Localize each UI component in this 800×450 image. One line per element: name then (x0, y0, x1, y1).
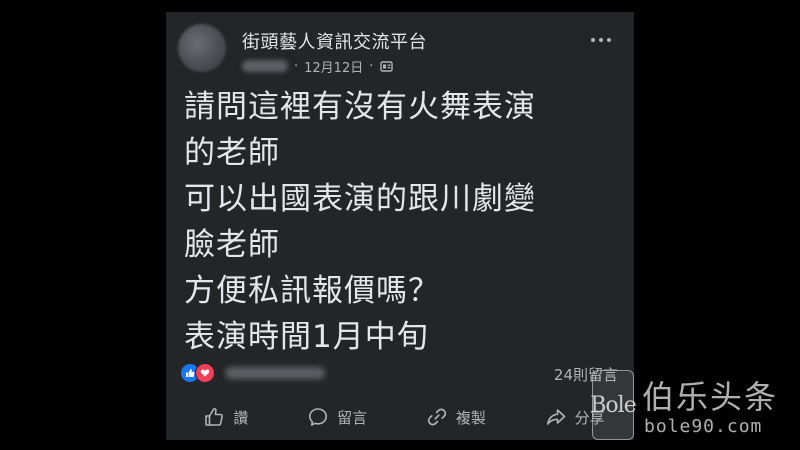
post-meta: · 12月12日 · (242, 56, 393, 76)
screenshot-stage: 街頭藝人資訊交流平台 · 12月12日 · 請問這裡有沒有火舞表演 的老師 可以… (0, 0, 800, 450)
site-watermark: Bole 伯乐头条 bole90.com (590, 370, 800, 450)
post-line: 請問這裡有沒有火舞表演 (184, 89, 536, 125)
post-body-text: 請問這裡有沒有火舞表演 的老師 可以出國表演的跟川劇變 臉老師 方便私訊報價嗎？… (184, 84, 624, 360)
love-reaction-icon (195, 363, 215, 383)
like-button-label: 讚 (233, 408, 249, 427)
group-name[interactable]: 街頭藝人資訊交流平台 (242, 28, 427, 54)
watermark-title: 伯乐头条 (642, 378, 779, 416)
group-audience-icon (379, 59, 393, 73)
meta-separator-2: · (369, 58, 374, 74)
post-line: 表演時間1月中旬 (184, 319, 429, 355)
link-icon (426, 406, 448, 428)
share-arrow-icon (545, 406, 567, 428)
post-line: 的老師 (184, 135, 280, 171)
comment-button[interactable]: 留言 (307, 406, 367, 428)
facebook-post-card: 街頭藝人資訊交流平台 · 12月12日 · 請問這裡有沒有火舞表演 的老師 可以… (166, 12, 634, 440)
more-options-button[interactable] (586, 30, 616, 50)
comment-button-label: 留言 (337, 408, 368, 427)
thumbs-up-icon (203, 406, 225, 428)
copy-link-button[interactable]: 複製 (426, 406, 486, 428)
blurred-author-name[interactable] (242, 60, 288, 72)
copy-button-label: 複製 (455, 408, 486, 427)
more-horizontal-icon (591, 38, 595, 42)
comment-bubble-icon (307, 406, 329, 428)
post-date[interactable]: 12月12日 (304, 57, 363, 76)
post-action-bar: 讚 留言 複製 分享 (166, 397, 634, 437)
group-avatar-blurred[interactable] (178, 24, 226, 72)
post-line: 方便私訊報價嗎？ (184, 273, 440, 309)
like-button[interactable]: 讚 (203, 406, 248, 428)
meta-separator: · (294, 58, 299, 74)
watermark-url: bole90.com (644, 416, 763, 437)
post-line: 臉老師 (184, 227, 280, 263)
watermark-logo: Bole (590, 370, 637, 440)
reaction-summary[interactable] (180, 362, 325, 384)
blurred-reactor-names (225, 367, 325, 379)
post-line: 可以出國表演的跟川劇變 (184, 181, 536, 217)
